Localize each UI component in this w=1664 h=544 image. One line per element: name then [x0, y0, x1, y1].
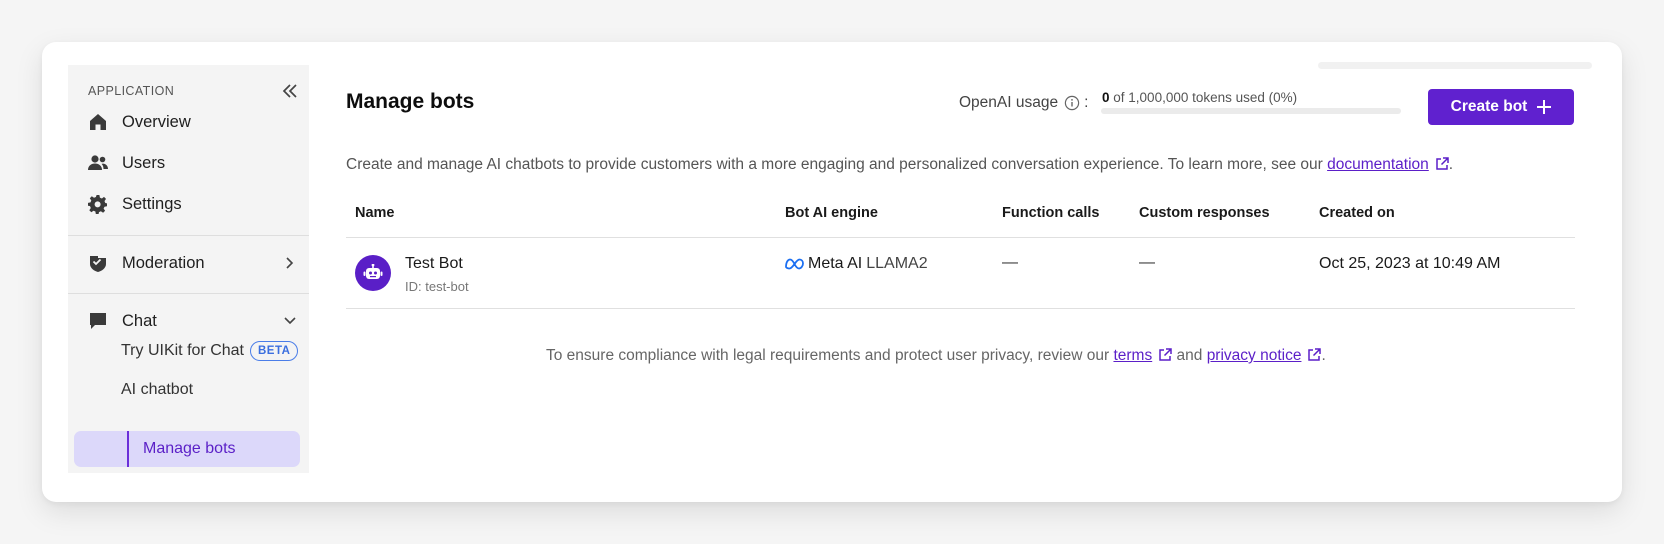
external-link-icon[interactable] — [1158, 348, 1172, 362]
collapse-sidebar-icon[interactable] — [279, 80, 301, 102]
meta-logo-icon — [785, 258, 804, 270]
compliance-mid: and — [1172, 347, 1207, 364]
table-header-divider — [346, 237, 1575, 238]
sidebar-item-label: Moderation — [122, 253, 205, 272]
sidebar: APPLICATION Overview Users Settings Mode… — [68, 65, 309, 473]
sidebar-item-chat[interactable]: Chat — [86, 303, 300, 339]
sidebar-subitem-label: AI chatbot — [121, 381, 194, 398]
privacy-notice-link[interactable]: privacy notice — [1207, 347, 1302, 364]
home-icon — [86, 110, 110, 134]
terms-link[interactable]: terms — [1113, 347, 1152, 364]
column-header-custom-responses: Custom responses — [1139, 205, 1270, 221]
chevron-right-icon — [280, 253, 300, 273]
users-icon — [86, 151, 110, 175]
moderation-icon — [86, 251, 110, 275]
sidebar-divider — [68, 235, 309, 236]
documentation-link[interactable]: documentation — [1327, 156, 1429, 173]
usage-label-text: OpenAI usage — [959, 94, 1059, 111]
beta-badge: BETA — [249, 341, 299, 361]
sidebar-subitem-manage-bots[interactable]: Manage bots — [74, 431, 300, 467]
custom-responses-value: — — [1139, 254, 1155, 271]
usage-count: 0 — [1102, 90, 1110, 105]
page-description: Create and manage AI chatbots to provide… — [346, 156, 1453, 174]
created-on-value: Oct 25, 2023 at 10:49 AM — [1319, 255, 1501, 272]
sidebar-item-label: Chat — [122, 311, 157, 330]
top-decoration — [1318, 62, 1592, 69]
usage-separator: : — [1084, 94, 1089, 111]
sidebar-item-settings[interactable]: Settings — [86, 186, 300, 222]
plus-icon — [1537, 100, 1552, 114]
bot-engine: Meta AI LLAMA2 — [785, 255, 928, 273]
column-header-created-on: Created on — [1319, 205, 1395, 221]
external-link-icon[interactable] — [1307, 348, 1322, 362]
usage-rest: of 1,000,000 tokens used (0%) — [1113, 90, 1298, 105]
column-header-engine: Bot AI engine — [785, 205, 878, 221]
description-text: Create and manage AI chatbots to provide… — [346, 156, 1328, 173]
create-bot-label: Create bot — [1450, 98, 1528, 115]
external-link-icon[interactable] — [1435, 157, 1449, 171]
gear-icon — [86, 192, 110, 216]
sidebar-subitem-try-uikit[interactable]: Try UIKit for Chat BETA — [121, 335, 299, 367]
column-header-function-calls: Function calls — [1002, 205, 1100, 221]
column-header-name: Name — [355, 205, 395, 221]
engine-vendor: Meta AI — [808, 255, 863, 272]
create-bot-button[interactable]: Create bot — [1428, 89, 1574, 125]
info-icon[interactable] — [1064, 95, 1080, 111]
compliance-notice: To ensure compliance with legal requirem… — [546, 347, 1326, 365]
sidebar-item-overview[interactable]: Overview — [86, 104, 300, 140]
sidebar-item-moderation[interactable]: Moderation — [86, 245, 300, 281]
sidebar-divider — [68, 293, 309, 294]
page-title: Manage bots — [346, 90, 475, 113]
chevron-down-icon — [280, 311, 300, 331]
sidebar-section-label: APPLICATION — [88, 84, 175, 98]
function-calls-value: — — [1002, 254, 1018, 271]
main-card: APPLICATION Overview Users Settings Mode… — [42, 42, 1622, 502]
engine-model: LLAMA2 — [866, 255, 928, 272]
compliance-text: To ensure compliance with legal requirem… — [546, 347, 1114, 364]
bot-avatar — [355, 255, 391, 291]
chat-icon — [86, 309, 110, 333]
sidebar-subitem-ai-chatbot[interactable]: AI chatbot — [121, 374, 193, 406]
sidebar-subitem-label: Manage bots — [143, 440, 236, 457]
sidebar-item-label: Settings — [122, 194, 182, 213]
sidebar-item-label: Users — [122, 153, 166, 172]
bot-name[interactable]: Test Bot — [405, 255, 463, 273]
usage-text: 0 of 1,000,000 tokens used (0%) — [1102, 90, 1297, 105]
active-indicator — [127, 431, 129, 467]
sidebar-item-users[interactable]: Users — [86, 145, 300, 181]
openai-usage-label: OpenAI usage : — [959, 94, 1088, 112]
table-row-divider — [346, 308, 1575, 309]
usage-progress-bar — [1101, 108, 1401, 114]
sidebar-subitem-label: Try UIKit for Chat — [121, 342, 244, 359]
sidebar-item-label: Overview — [122, 112, 191, 131]
compliance-end: . — [1321, 347, 1326, 364]
bot-id: ID: test-bot — [405, 279, 469, 294]
description-end: . — [1448, 156, 1454, 173]
